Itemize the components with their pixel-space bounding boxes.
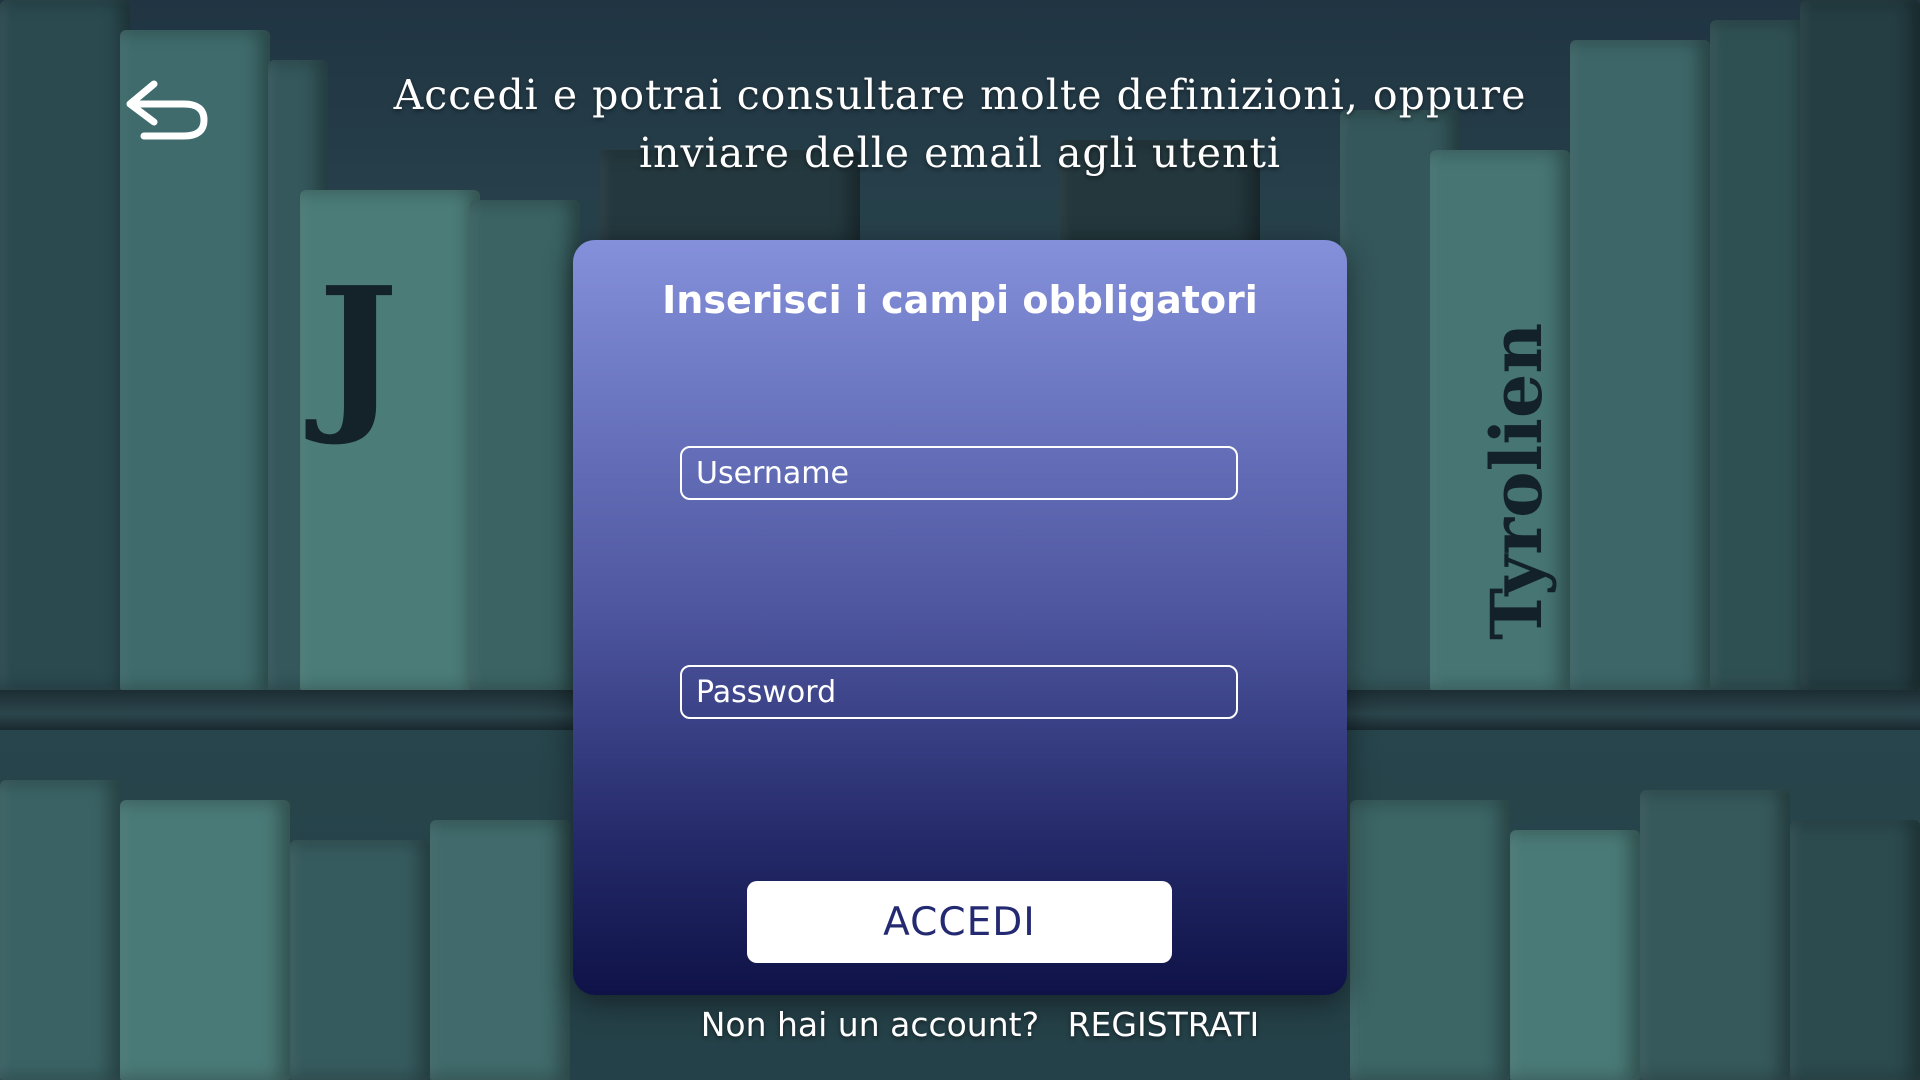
back-button[interactable] [124, 78, 210, 142]
register-prompt: Non hai un account? REGISTRATI [0, 1005, 1920, 1044]
register-link[interactable]: REGISTRATI [1068, 1005, 1260, 1044]
book-spine-title: Tyrolien [1475, 322, 1558, 640]
card-title: Inserisci i campi obbligatori [662, 278, 1258, 322]
password-input[interactable] [680, 665, 1238, 719]
page-headline: Accedi e potrai consultare molte definiz… [393, 71, 1527, 177]
login-button[interactable]: ACCEDI [747, 881, 1172, 963]
spine-letter: J [318, 250, 399, 450]
login-card: Inserisci i campi obbligatori ACCEDI [573, 240, 1347, 995]
back-arrow-icon [126, 80, 208, 140]
username-input[interactable] [680, 446, 1238, 500]
register-prompt-text: Non hai un account? [700, 1005, 1040, 1044]
